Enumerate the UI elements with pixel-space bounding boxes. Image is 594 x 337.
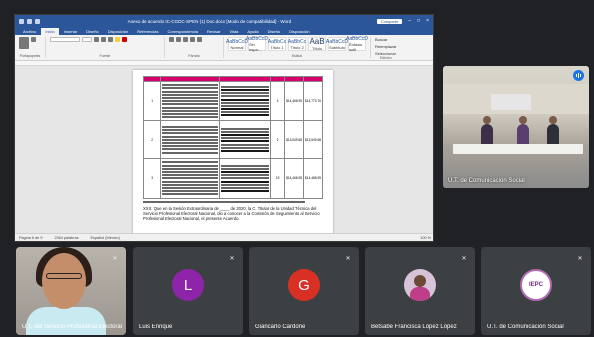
ribbon-group-paragraph: Párrafo (169, 37, 224, 58)
shared-screen-word-window[interactable]: Anexo de acuerdo IC-CGDC-SPEN (1) Doc.do… (14, 14, 434, 242)
participant-avatar (404, 269, 436, 301)
speaking-indicator-icon (573, 70, 584, 81)
word-title-bar: Anexo de acuerdo IC-CGDC-SPEN (1) Doc.do… (15, 15, 433, 27)
participant-tile[interactable]: ✕ L Luis Enrique (133, 247, 243, 335)
iepc-logo-icon: IEPC (528, 282, 543, 288)
ribbon-group-editing: Buscar Reemplazar Seleccionar Edición (375, 37, 397, 60)
mic-muted-icon: ✕ (577, 255, 583, 262)
tab-insertar[interactable]: Insertar (60, 28, 82, 35)
participant-tile[interactable]: ✕ G Giancarlo Cardone (249, 247, 359, 335)
share-button[interactable]: Compartir (376, 18, 403, 24)
style-subtle-emphasis[interactable]: AaBbCcD Énfasis sutil (346, 36, 368, 52)
font-name-dropdown[interactable] (50, 37, 80, 42)
align-center-icon[interactable] (190, 37, 195, 42)
undo-icon[interactable] (27, 18, 32, 24)
paste-icon[interactable] (19, 37, 29, 49)
tab-table-diseno[interactable]: Diseño (264, 28, 284, 35)
bullets-icon[interactable] (169, 37, 174, 42)
document-table: 1 4 $14,468.95 $14,773.76 2 2 $13,549.68… (142, 76, 323, 199)
participant-name: U.T. del Servicio Profesional Electoral (22, 324, 122, 330)
find-button[interactable]: Buscar (375, 37, 397, 42)
mic-muted-icon: ✕ (112, 255, 118, 262)
save-icon[interactable] (19, 18, 24, 24)
font-size-dropdown[interactable] (82, 37, 92, 42)
cut-icon[interactable] (31, 37, 36, 42)
style-normal[interactable]: AaBbCcD Normal (226, 37, 248, 51)
pinned-participant-name: U.T. de Comunicación Social (448, 178, 525, 184)
italic-icon[interactable] (101, 37, 106, 42)
participant-name: Betsabé Francisca López López (371, 324, 457, 330)
word-status-bar: Página 6 de 9 2364 palabras Español (Méx… (15, 233, 433, 241)
bold-icon[interactable] (94, 37, 99, 42)
font-color-icon[interactable] (122, 37, 127, 42)
zoom-level[interactable]: 100 % (420, 236, 431, 240)
word-document-title: Anexo de acuerdo IC-CGDC-SPEN (1) Doc.do… (127, 18, 292, 24)
close-icon[interactable]: × (426, 18, 429, 24)
table-row: 2 2 $13,549.68 $13,549.68 (142, 120, 323, 160)
participant-name: U.T. de Comunicación Social (487, 324, 564, 330)
table-footnote (143, 200, 323, 203)
mic-muted-icon: ✕ (461, 255, 467, 262)
meeting-stage: Anexo de acuerdo IC-CGDC-SPEN (1) Doc.do… (0, 0, 594, 337)
participant-avatar: IEPC (520, 269, 552, 301)
ribbon-group-clipboard: Portapapeles (19, 37, 46, 58)
style-heading-1[interactable]: AaBbCc Título 1 (268, 37, 286, 51)
style-subtitle[interactable]: AaBbCcD Subtítulo (326, 37, 348, 51)
participant-avatar: G (288, 269, 320, 301)
mic-muted-icon: ✕ (345, 255, 351, 262)
participant-tile[interactable]: ✕ U.T. del Servicio Profesional Electora… (16, 247, 126, 335)
word-count[interactable]: 2364 palabras (54, 236, 78, 240)
pinned-video-tile[interactable]: U.T. de Comunicación Social (443, 66, 589, 188)
participant-avatar: L (172, 269, 204, 301)
minimize-icon[interactable]: – (408, 18, 411, 24)
redo-icon[interactable] (35, 18, 40, 24)
tab-referencias[interactable]: Referencias (133, 28, 162, 35)
participant-tile[interactable]: ✕ Betsabé Francisca López López (365, 247, 475, 335)
table-row: 1 4 $14,468.95 $14,773.76 (142, 80, 323, 122)
conference-room-video (443, 66, 589, 188)
table-row: 3 19 $14,468.95 $14,468.95 (142, 158, 323, 199)
tab-table-disposicion[interactable]: Disposición (285, 28, 313, 35)
tab-archivo[interactable]: Archivo (19, 28, 40, 35)
document-area[interactable]: 1 4 $14,468.95 $14,773.76 2 2 $13,549.68… (15, 66, 433, 238)
tab-revisar[interactable]: Revisar (203, 28, 225, 35)
style-title[interactable]: AaB Título (308, 37, 326, 51)
tab-diseno[interactable]: Diseño (82, 28, 102, 35)
participant-name: Luis Enrique (139, 324, 173, 330)
participant-name: Giancarlo Cardone (255, 324, 306, 330)
quick-access-toolbar[interactable] (19, 18, 40, 24)
page-count[interactable]: Página 6 de 9 (19, 236, 42, 240)
ribbon-tabs: Archivo Inicio Insertar Diseño Disposici… (15, 27, 433, 35)
justify-icon[interactable] (197, 37, 202, 42)
align-left-icon[interactable] (183, 37, 188, 42)
maximize-icon[interactable]: □ (417, 18, 420, 24)
tab-vista[interactable]: Vista (226, 28, 243, 35)
tab-inicio[interactable]: Inicio (41, 28, 59, 35)
style-heading-2[interactable]: AaBbCc Título 2 (288, 37, 306, 51)
ribbon: Portapapeles Fuente Párrafo AaBbCcD Norm… (15, 35, 433, 61)
mic-muted-icon: ✕ (229, 255, 235, 262)
underline-icon[interactable] (108, 37, 113, 42)
style-no-spacing[interactable]: AaBbCcD Sin espa... (246, 36, 268, 52)
ribbon-group-font: Fuente (50, 37, 165, 58)
document-paragraph: XXX. Que en la Sesión Extraordinaria de … (143, 205, 320, 221)
highlight-icon[interactable] (115, 37, 120, 42)
numbering-icon[interactable] (176, 37, 181, 42)
tab-correspondencia[interactable]: Correspondencia (164, 28, 202, 35)
tab-ayuda[interactable]: Ayuda (243, 28, 262, 35)
language-indicator[interactable]: Español (México) (91, 236, 120, 240)
document-page[interactable]: 1 4 $14,468.95 $14,773.76 2 2 $13,549.68… (133, 70, 333, 238)
participant-tile[interactable]: ✕ IEPC U.T. de Comunicación Social (481, 247, 591, 335)
replace-button[interactable]: Reemplazar (375, 44, 397, 49)
ribbon-group-styles: AaBbCcD Normal AaBbCcD Sin espa... AaBbCc T… (226, 36, 371, 58)
tab-disposicion[interactable]: Disposición (104, 28, 132, 35)
